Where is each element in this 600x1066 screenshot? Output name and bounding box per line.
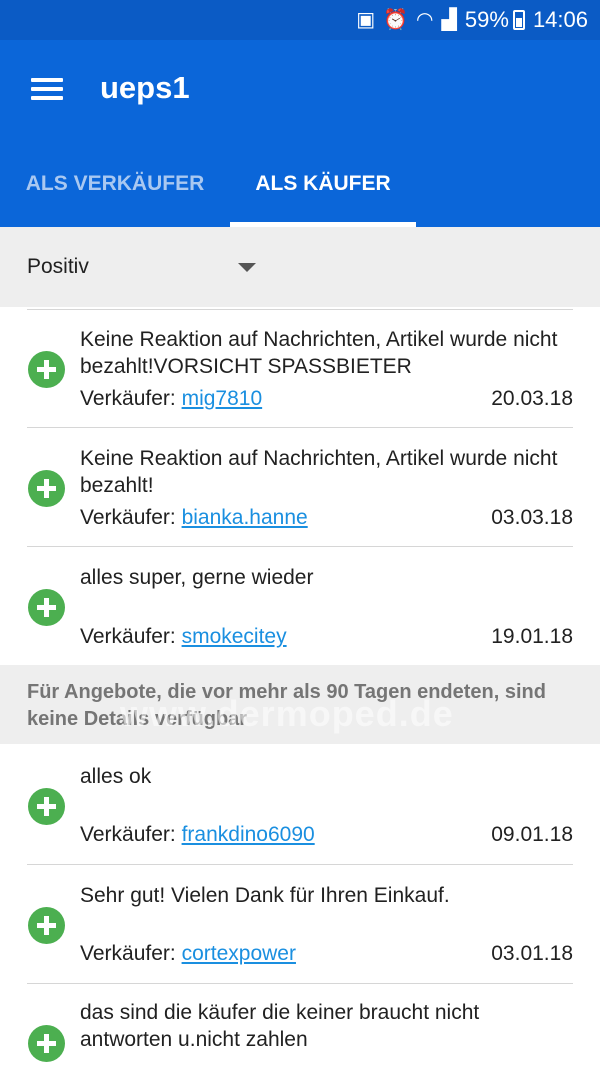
- positive-rating-icon: [28, 470, 65, 507]
- feedback-comment: alles ok: [80, 765, 152, 788]
- wifi-icon: ◠: [416, 9, 434, 31]
- positive-rating-icon: [28, 788, 65, 825]
- battery-percent: 59%: [464, 7, 509, 32]
- rating-filter-dropdown[interactable]: Positiv: [0, 227, 600, 307]
- feedback-date: 03.01.18: [491, 942, 573, 965]
- dropdown-arrow-icon: [238, 263, 256, 272]
- older-feedback-list: alles ok Verkäufer: frankdino6090 09.01.…: [0, 745, 600, 1066]
- feedback-comment: Keine Reaktion auf Nachrichten, Artikel …: [80, 447, 558, 497]
- feedback-comment: Sehr gut! Vielen Dank für Ihren Einkauf.: [80, 884, 450, 907]
- seller-prefix: Verkäufer:: [80, 625, 176, 648]
- feedback-item: alles ok Verkäufer: frankdino6090 09.01.…: [0, 745, 600, 865]
- older-feedback-notice: Für Angebote, die vor mehr als 90 Tagen …: [0, 665, 600, 744]
- clock: 14:06: [532, 7, 588, 32]
- seller-link[interactable]: frankdino6090: [182, 823, 315, 846]
- positive-rating-icon: [28, 589, 65, 626]
- seller-prefix: Verkäufer:: [80, 942, 176, 965]
- feedback-item: Sehr gut! Vielen Dank für Ihren Einkauf.…: [0, 864, 600, 984]
- positive-rating-icon: [28, 351, 65, 388]
- feedback-item: Keine Reaktion auf Nachrichten, Artikel …: [0, 307, 600, 428]
- seller-line: Verkäufer: bianka.hanne: [80, 506, 308, 530]
- feedback-date: 03.03.18: [491, 506, 573, 529]
- positive-rating-icon: [28, 1025, 65, 1062]
- notice-text: Für Angebote, die vor mehr als 90 Tagen …: [27, 681, 546, 730]
- feedback-date: 19.01.18: [491, 625, 573, 648]
- tab-as-seller[interactable]: ALS VERKÄUFER: [0, 140, 230, 227]
- seller-link[interactable]: bianka.hanne: [182, 506, 308, 529]
- filter-selected-value: Positiv: [27, 255, 89, 278]
- feedback-list: Keine Reaktion auf Nachrichten, Artikel …: [0, 307, 600, 664]
- feedback-item: Keine Reaktion auf Nachrichten, Artikel …: [0, 426, 600, 547]
- app-bar: ueps1 ALS VERKÄUFER ALS KÄUFER: [0, 40, 600, 227]
- page-title: ueps1: [100, 70, 190, 105]
- feedback-date: 09.01.18: [491, 823, 573, 846]
- positive-rating-icon: [28, 907, 65, 944]
- signal-icon: ▟: [441, 9, 457, 31]
- tab-bar: ALS VERKÄUFER ALS KÄUFER: [0, 140, 600, 227]
- status-bar: ▣ ⏰ ◠ ▟ 59% 14:06: [0, 0, 600, 40]
- seller-line: Verkäufer: frankdino6090: [80, 823, 315, 847]
- feedback-comment: alles super, gerne wieder: [80, 566, 314, 589]
- seller-prefix: Verkäufer:: [80, 823, 176, 846]
- feedback-item: alles super, gerne wieder Verkäufer: smo…: [0, 545, 600, 664]
- seller-link[interactable]: mig7810: [182, 387, 263, 410]
- seller-line: Verkäufer: mig7810: [80, 387, 262, 411]
- feedback-comment: Keine Reaktion auf Nachrichten, Artikel …: [80, 328, 558, 378]
- notification-icon: ▣: [356, 9, 376, 31]
- seller-line: Verkäufer: cortexpower: [80, 942, 296, 966]
- feedback-comment: das sind die käufer die keiner braucht n…: [80, 1001, 480, 1051]
- tab-as-buyer[interactable]: ALS KÄUFER: [230, 140, 416, 227]
- battery-icon: [512, 10, 525, 30]
- seller-prefix: Verkäufer:: [80, 387, 176, 410]
- seller-line: Verkäufer: smokecitey: [80, 625, 287, 649]
- seller-link[interactable]: smokecitey: [182, 625, 287, 648]
- alarm-icon: ⏰: [383, 9, 409, 31]
- hamburger-menu-icon[interactable]: [31, 78, 63, 100]
- feedback-date: 20.03.18: [491, 387, 573, 410]
- feedback-item: das sind die käufer die keiner braucht n…: [0, 983, 600, 1066]
- seller-prefix: Verkäufer:: [80, 506, 176, 529]
- seller-link[interactable]: cortexpower: [182, 942, 296, 965]
